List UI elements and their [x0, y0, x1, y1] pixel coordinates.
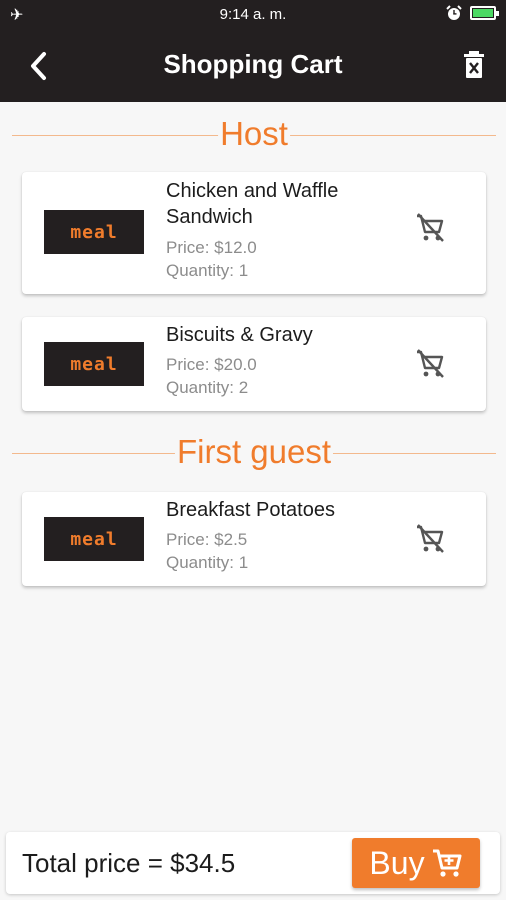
- item-name: Chicken and Waffle Sandwich: [166, 180, 339, 228]
- item-quantity: Quantity: 2: [166, 378, 249, 397]
- cart-item[interactable]: meal Biscuits & Gravy Price: $20.0 Quant…: [22, 317, 486, 411]
- trash-icon[interactable]: [462, 50, 486, 80]
- app-header: Shopping Cart: [0, 30, 506, 102]
- status-icons: [446, 5, 499, 21]
- item-name: Biscuits & Gravy: [166, 324, 313, 346]
- section-title-text: Host: [218, 115, 290, 153]
- buy-button-label: Buy: [369, 844, 425, 881]
- buy-button[interactable]: Buy: [352, 838, 480, 888]
- section-title-text: First guest: [174, 433, 334, 471]
- item-price: Price: $20.0: [166, 355, 257, 374]
- cart-icon: [432, 849, 462, 877]
- product-logo: meal: [44, 210, 144, 254]
- item-price: Price: $12.0: [166, 238, 257, 257]
- page-title: Shopping Cart: [163, 49, 343, 79]
- status-bar: ✈ 9:14 a. m.: [0, 0, 506, 30]
- remove-from-cart-icon[interactable]: [414, 348, 446, 380]
- remove-from-cart-icon[interactable]: [414, 523, 446, 555]
- cart-item[interactable]: meal Chicken and Waffle Sandwich Price: …: [22, 172, 486, 294]
- item-name: Breakfast Potatoes: [166, 499, 335, 521]
- item-price: Price: $2.5: [166, 530, 248, 549]
- cart-item[interactable]: meal Breakfast Potatoes Price: $2.5 Quan…: [22, 492, 486, 586]
- section-title-host: Host: [12, 115, 496, 155]
- total-price: Total price = $34.5: [22, 848, 236, 878]
- item-quantity: Quantity: 1: [166, 261, 249, 280]
- product-logo: meal: [44, 517, 144, 561]
- status-time: 9:14 a. m.: [219, 6, 287, 23]
- alarm-icon: [446, 5, 462, 20]
- remove-from-cart-icon[interactable]: [414, 212, 446, 244]
- checkout-bar: Total price = $34.5 Buy: [6, 832, 500, 894]
- item-quantity: Quantity: 1: [166, 553, 249, 572]
- product-logo: meal: [44, 342, 144, 386]
- section-title-first-guest: First guest: [12, 433, 496, 473]
- battery-icon: [470, 6, 499, 20]
